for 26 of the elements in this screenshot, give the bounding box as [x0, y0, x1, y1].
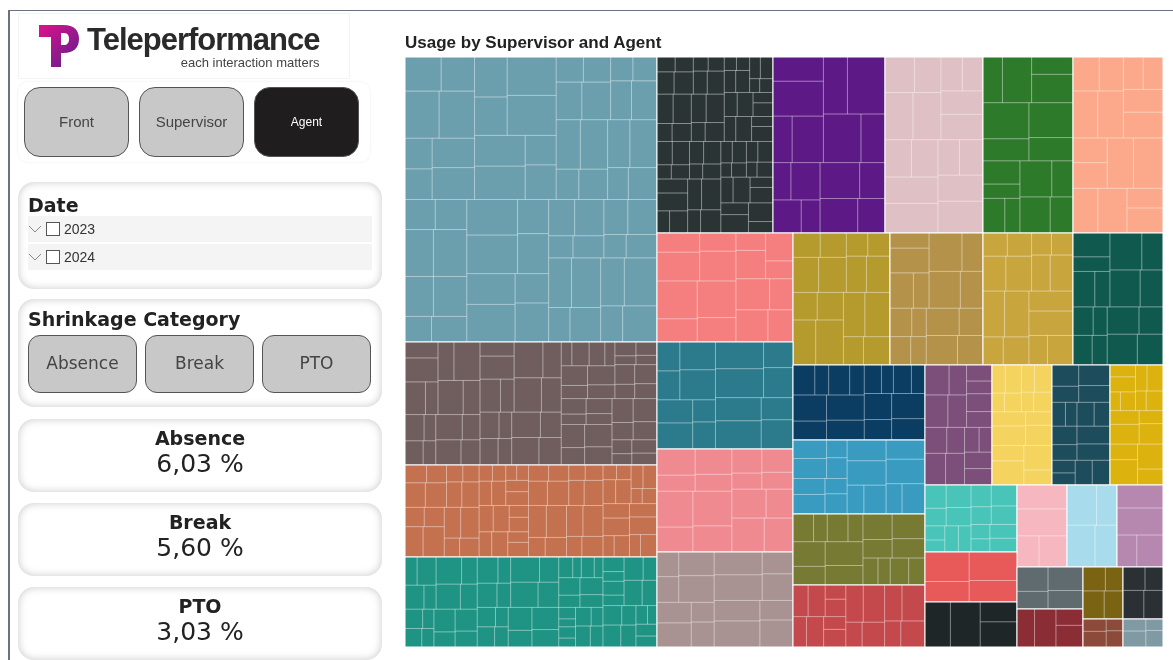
- filter-title: Shrinkage Category: [28, 307, 242, 331]
- chevron-icon[interactable]: [28, 225, 42, 233]
- brand-tagline: each interaction matters: [180, 55, 320, 69]
- date-label: 2023: [64, 219, 96, 239]
- logo-icon: [37, 23, 81, 69]
- date-label: 2024: [64, 247, 96, 267]
- kpi-label: PTO: [178, 595, 222, 617]
- checkbox[interactable]: [46, 250, 60, 264]
- chevron-icon[interactable]: [28, 253, 42, 261]
- checkbox[interactable]: [46, 222, 60, 236]
- category-button[interactable]: Break: [145, 335, 254, 393]
- brand-name: Teleperformance: [87, 23, 320, 55]
- nav-button[interactable]: Front: [24, 87, 129, 157]
- kpi-value: 5,60 %: [156, 533, 244, 563]
- category-button[interactable]: Absence: [28, 335, 137, 393]
- kpi-label: Break: [168, 511, 232, 533]
- filter-title: Date: [28, 194, 80, 216]
- chart-title: Usage by Supervisor and Agent: [405, 32, 663, 54]
- nav-button[interactable]: Supervisor: [139, 87, 244, 157]
- kpi-label: Absence: [154, 427, 246, 449]
- category-button[interactable]: PTO: [262, 335, 371, 393]
- nav-button[interactable]: Agent: [254, 87, 359, 157]
- date-row[interactable]: 2023: [28, 216, 372, 244]
- kpi-value: 3,03 %: [156, 617, 244, 647]
- kpi-value: 6,03 %: [156, 449, 244, 479]
- date-row[interactable]: 2024: [28, 244, 372, 272]
